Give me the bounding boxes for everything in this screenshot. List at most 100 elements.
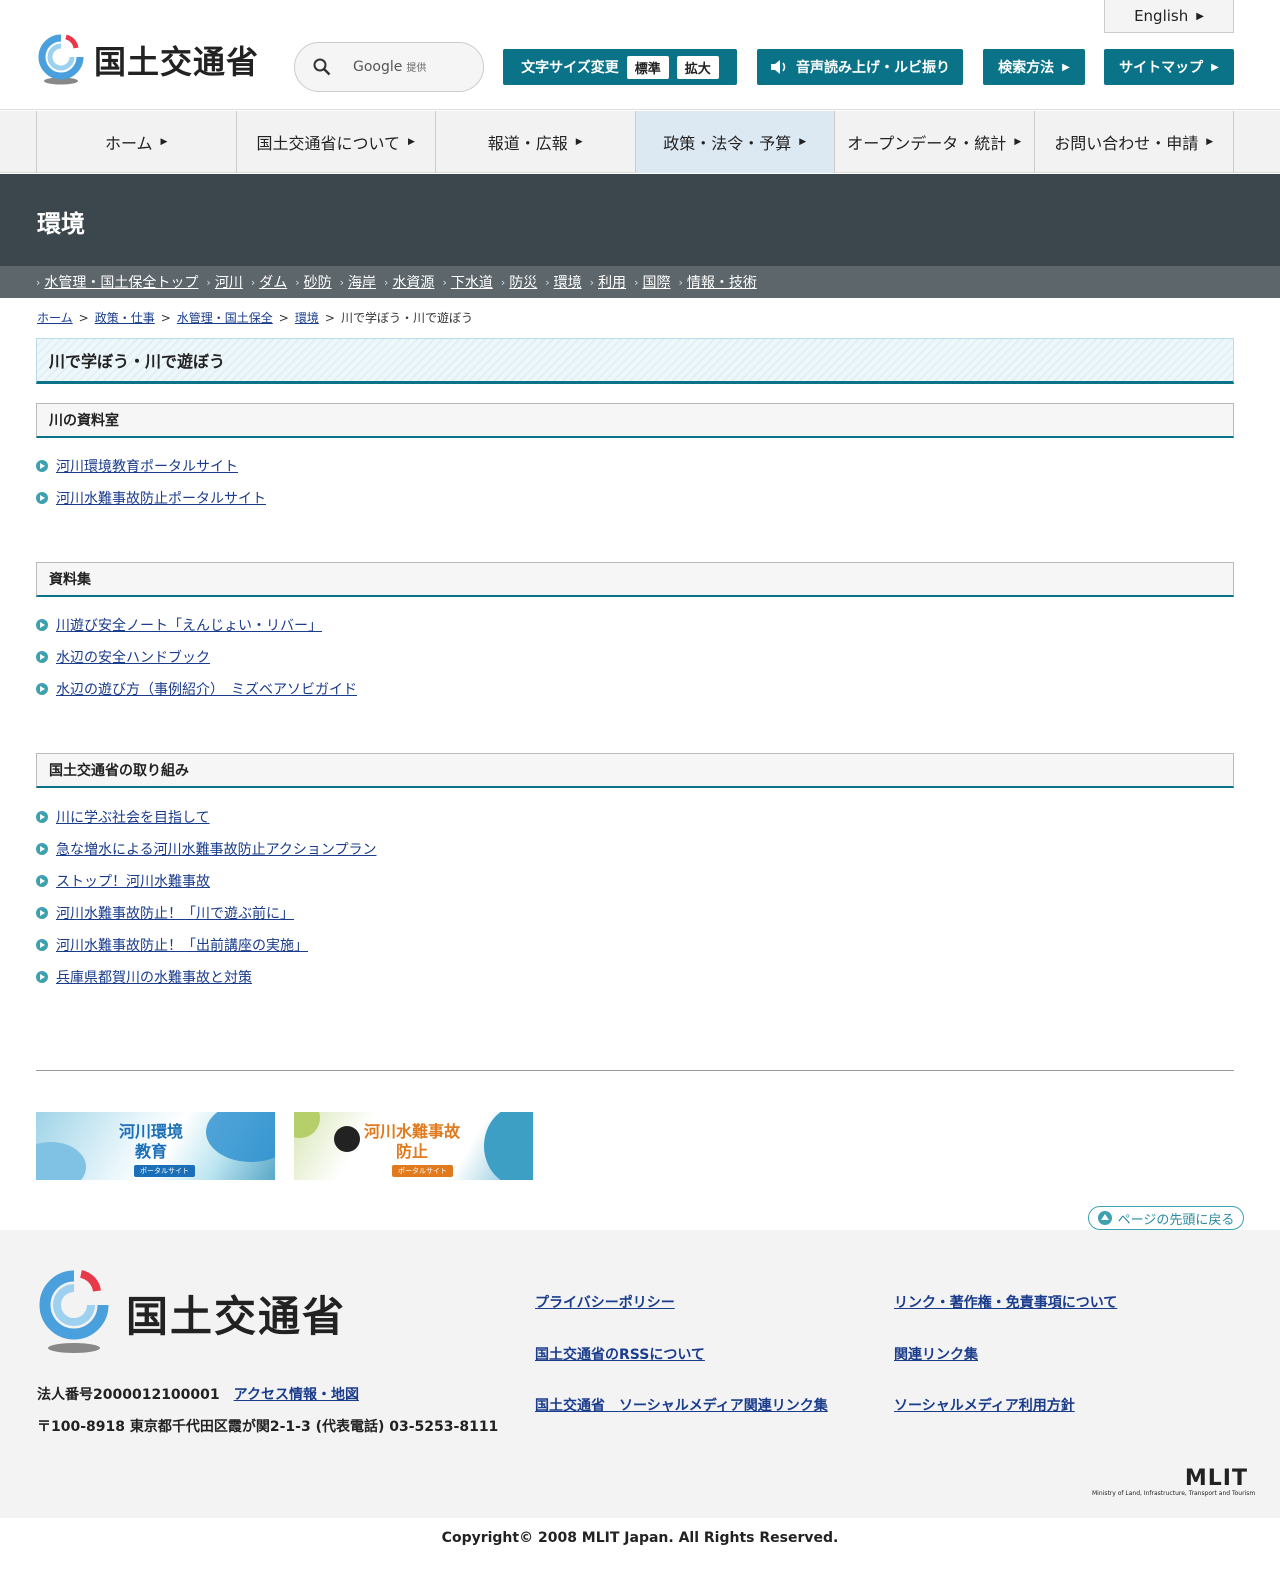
subnav-item: › 海岸: [340, 272, 376, 292]
content-link[interactable]: 河川水難事故防止！「出前講座の実施」: [56, 935, 308, 955]
content-link[interactable]: ストップ！河川水難事故: [56, 871, 210, 891]
corporate-number-text: 法人番号2000012100001: [37, 1387, 220, 1403]
gnav-item-home[interactable]: ホーム ▶: [36, 111, 236, 173]
chevron-right-icon: ›: [295, 275, 300, 289]
list-item: 水辺の安全ハンドブック: [36, 641, 357, 673]
font-size-large-button[interactable]: 拡大: [676, 55, 719, 79]
triangle-right-icon: ▶: [1211, 61, 1219, 73]
site-logo[interactable]: 国土交通省: [36, 34, 259, 86]
subnav-item: › 国際: [634, 272, 670, 292]
gnav-item-opendata[interactable]: オープンデータ・統計 ▶: [834, 111, 1034, 173]
category-header: 環境: [0, 174, 1280, 266]
copyright-disclaimer-link[interactable]: リンク・著作権・免責事項について: [894, 1292, 1117, 1312]
chevron-right-icon: ›: [678, 275, 683, 289]
list-item: 川に学ぶ社会を目指して: [36, 801, 376, 833]
content-link[interactable]: 河川水難事故防止！「川で遊ぶ前に」: [56, 903, 294, 923]
gnav-item-contact[interactable]: お問い合わせ・申請 ▶: [1033, 111, 1234, 173]
content-link[interactable]: 川に学ぶ社会を目指して: [56, 807, 210, 827]
gnav-item-about[interactable]: 国土交通省について ▶: [235, 111, 436, 173]
subnav-item: › 河川: [206, 272, 242, 292]
bullet-arrow-icon: [36, 811, 48, 823]
triangle-right-icon: ▶: [1196, 10, 1204, 22]
mlit-logo-subtext: Ministry of Land, Infrastructure, Transp…: [1092, 1490, 1256, 1497]
banner-decoration: [484, 1112, 533, 1180]
search-method-button[interactable]: 検索方法 ▶: [983, 49, 1085, 85]
sitemap-button[interactable]: サイトマップ ▶: [1104, 49, 1234, 85]
subnav-link[interactable]: 利用: [598, 272, 626, 292]
social-media-policy-link[interactable]: ソーシャルメディア利用方針: [894, 1395, 1075, 1415]
font-size-standard-button[interactable]: 標準: [626, 55, 669, 79]
gnav-label: ホーム: [105, 134, 153, 153]
section-heading: 国土交通省の取り組み: [36, 753, 1234, 788]
corporate-number: 法人番号2000012100001 アクセス情報・地図: [37, 1384, 359, 1404]
subnav-item: › 防災: [501, 272, 537, 292]
global-nav: ホーム ▶ 国土交通省について ▶ 報道・広報 ▶ 政策・法令・予算 ▶ オープンデータ…: [0, 111, 1280, 173]
breadcrumb: ホーム > 政策・仕事 > 水管理・国土保全 > 環境 > 川で学ぼう・川で遊ぼ…: [37, 309, 473, 326]
rss-link[interactable]: 国土交通省のRSSについて: [535, 1344, 705, 1364]
subnav-link[interactable]: 国際: [642, 272, 670, 292]
content-link[interactable]: 水辺の遊び方（事例紹介） ミズベアソビガイド: [56, 679, 357, 699]
search-icon: [313, 58, 331, 76]
list-item: 河川水難事故防止！「出前講座の実施」: [36, 929, 376, 961]
content-link[interactable]: 河川環境教育ポータルサイト: [56, 456, 238, 476]
subnav-item: › 環境: [545, 272, 581, 292]
site-logo-text: 国土交通省: [94, 43, 260, 81]
water-accident-banner[interactable]: 河川水難事故防止 ポータルサイト: [294, 1112, 533, 1180]
chevron-right-icon: ›: [545, 275, 550, 289]
content-link[interactable]: 兵庫県都賀川の水難事故と対策: [56, 967, 252, 987]
sub-nav: › 水管理・国土保全トップ › 河川 › ダム › 砂防 › 海岸 › 水資源 › 下水道 ›…: [0, 266, 1280, 298]
font-size-control: 文字サイズ変更 標準 拡大: [503, 49, 737, 85]
subnav-link[interactable]: 砂防: [304, 272, 332, 292]
footer-logo-text: 国土交通省: [126, 1291, 347, 1341]
content-link[interactable]: 急な増水による河川水難事故防止アクションプラン: [56, 839, 376, 859]
social-media-links-link[interactable]: 国土交通省 ソーシャルメディア関連リンク集: [535, 1395, 828, 1415]
subnav-link[interactable]: 海岸: [348, 272, 376, 292]
back-to-top-label: ページの先頭に戻る: [1117, 1212, 1235, 1228]
subnav-link[interactable]: ダム: [259, 272, 287, 292]
content-link[interactable]: 川遊び安全ノート「えんじょい・リバー」: [56, 615, 322, 635]
subnav-link[interactable]: 下水道: [451, 272, 493, 292]
privacy-policy-link[interactable]: プライバシーポリシー: [535, 1292, 675, 1312]
arrow-up-icon: [1097, 1211, 1112, 1225]
footer-logo[interactable]: 国土交通省: [36, 1270, 346, 1356]
voice-reading-button[interactable]: 音声読み上げ・ルビ振り: [757, 49, 963, 85]
related-links-link[interactable]: 関連リンク集: [894, 1344, 978, 1364]
bullet-arrow-icon: [36, 971, 48, 983]
subnav-item: › 下水道: [442, 272, 492, 292]
search-box[interactable]: Google 提供: [294, 42, 484, 92]
breadcrumb-current: 川で学ぼう・川で遊ぼう: [340, 311, 473, 325]
breadcrumb-link[interactable]: 水管理・国土保全: [177, 309, 273, 326]
gnav-item-press[interactable]: 報道・広報 ▶: [435, 111, 635, 173]
bullet-arrow-icon: [36, 907, 48, 919]
access-map-link[interactable]: アクセス情報・地図: [234, 1384, 359, 1404]
breadcrumb-separator: >: [324, 310, 335, 325]
bullet-arrow-icon: [36, 460, 48, 472]
english-link[interactable]: English ▶: [1104, 0, 1234, 33]
list-item: ストップ！河川水難事故: [36, 865, 376, 897]
breadcrumb-link[interactable]: 政策・仕事: [95, 309, 155, 326]
gnav-item-policy[interactable]: 政策・法令・予算 ▶: [634, 111, 834, 173]
content-link[interactable]: 河川水難事故防止ポータルサイト: [56, 488, 266, 508]
subnav-link[interactable]: 河川: [215, 272, 243, 292]
breadcrumb-link[interactable]: ホーム: [37, 309, 73, 326]
subnav-link[interactable]: 防災: [509, 272, 537, 292]
subnav-link[interactable]: 情報・技術: [687, 272, 757, 292]
chevron-right-icon: ›: [634, 275, 639, 289]
breadcrumb-link[interactable]: 環境: [295, 309, 319, 326]
gnav-label: お問い合わせ・申請: [1054, 134, 1199, 153]
subnav-link[interactable]: 環境: [554, 272, 582, 292]
triangle-right-icon: ▶: [799, 137, 807, 147]
river-education-banner[interactable]: 河川環境教育 ポータルサイト: [36, 1112, 275, 1180]
subnav-link[interactable]: 水管理・国土保全トップ: [44, 272, 198, 292]
subnav-link[interactable]: 水資源: [392, 272, 434, 292]
list-item: 急な増水による河川水難事故防止アクションプラン: [36, 833, 376, 865]
list-item: 水辺の遊び方（事例紹介） ミズベアソビガイド: [36, 673, 357, 705]
bullet-arrow-icon: [36, 619, 48, 631]
subnav-item: › 利用: [590, 272, 626, 292]
bullet-arrow-icon: [36, 651, 48, 663]
back-to-top-button[interactable]: ページの先頭に戻る: [1088, 1206, 1244, 1230]
site-footer: 国土交通省 法人番号2000012100001 アクセス情報・地図 〒100-8…: [0, 1230, 1280, 1518]
triangle-right-icon: ▶: [1014, 137, 1022, 147]
content-link[interactable]: 水辺の安全ハンドブック: [56, 647, 210, 667]
subnav-item: › 水管理・国土保全トップ: [36, 272, 198, 292]
